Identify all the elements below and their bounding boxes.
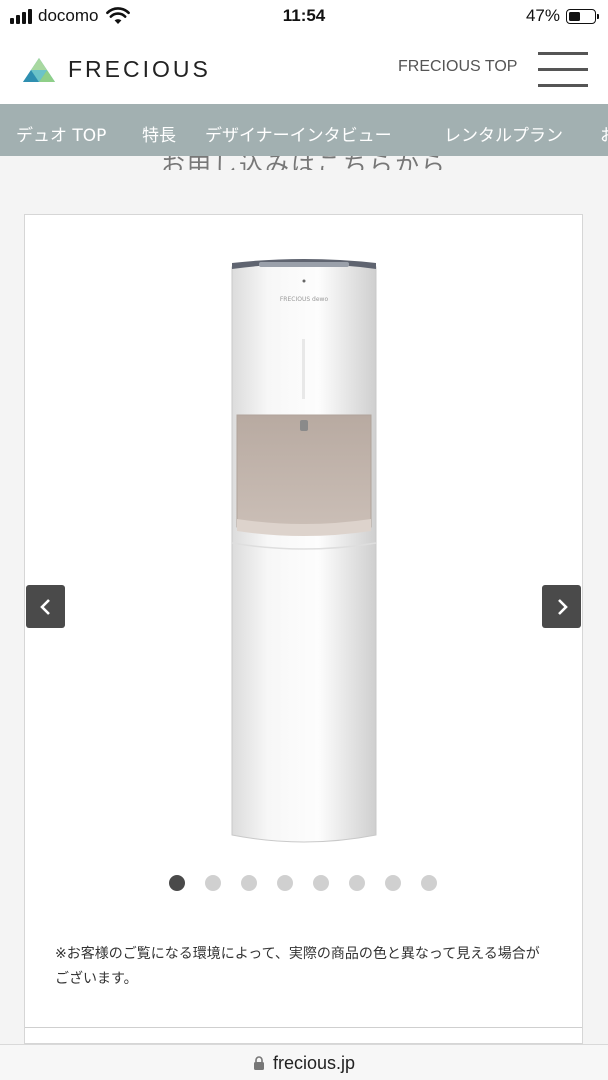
battery-icon — [566, 8, 599, 24]
chevron-left-icon — [39, 598, 50, 615]
carousel-dot[interactable] — [421, 875, 437, 891]
site-logo[interactable]: FRECIOUS — [22, 56, 211, 83]
divider — [25, 1027, 582, 1028]
frecious-top-link[interactable]: FRECIOUS TOP — [398, 58, 517, 76]
product-brand-label: FRECIOUS dewo — [280, 296, 329, 303]
chevron-right-icon — [557, 598, 568, 615]
product-carousel-card: FRECIOUS dewo ※お客様のご覧になる環境によって、実際の商品の色と異… — [24, 214, 583, 1044]
carousel-prev-button[interactable] — [26, 585, 65, 628]
url-text: frecious.jp — [272, 1053, 356, 1073]
logo-text: FRECIOUS — [68, 56, 211, 82]
nav-item-features[interactable]: 特長 — [142, 121, 176, 146]
battery-level — [569, 11, 581, 21]
section-heading: お申し込みはこちらから — [161, 156, 447, 170]
carousel-pagination — [169, 875, 437, 891]
logo-mark-icon — [23, 57, 55, 82]
carousel-dot[interactable] — [385, 875, 401, 891]
nav-item-more[interactable]: お — [600, 121, 608, 146]
nav-item-rental-plan[interactable]: レンタルプラン — [444, 121, 563, 146]
nav-item-duo-top[interactable]: デュオ TOP — [16, 121, 106, 146]
carousel-dot[interactable] — [277, 875, 293, 891]
hamburger-menu-icon[interactable] — [538, 52, 588, 88]
carousel-dot[interactable] — [349, 875, 365, 891]
water-server-image[interactable]: FRECIOUS dewo — [229, 259, 379, 847]
carousel-dot[interactable] — [313, 875, 329, 891]
color-disclaimer-note: ※お客様のご覧になる環境によって、実際の商品の色と異なって見える場合がございます… — [55, 946, 540, 987]
nav-item-designer-interview[interactable]: デザイナーインタビュー — [205, 121, 392, 146]
carousel-dot[interactable] — [169, 875, 185, 891]
clock: 11:54 — [282, 6, 326, 25]
lock-icon — [253, 1056, 264, 1070]
section-heading-clip: お申し込みはこちらから — [0, 156, 608, 170]
status-bar: docomo 11:54 47% — [0, 0, 608, 34]
sub-navigation: デュオ TOP 特長 デザイナーインタビュー レンタルプラン お — [0, 104, 608, 156]
battery-percent: 47% — [525, 6, 560, 25]
carousel-dot[interactable] — [205, 875, 221, 891]
browser-url-bar[interactable]: frecious.jp — [0, 1044, 608, 1080]
carousel-next-button[interactable] — [542, 585, 581, 628]
carousel-dot[interactable] — [241, 875, 257, 891]
site-header: FRECIOUS FRECIOUS TOP — [0, 34, 608, 104]
